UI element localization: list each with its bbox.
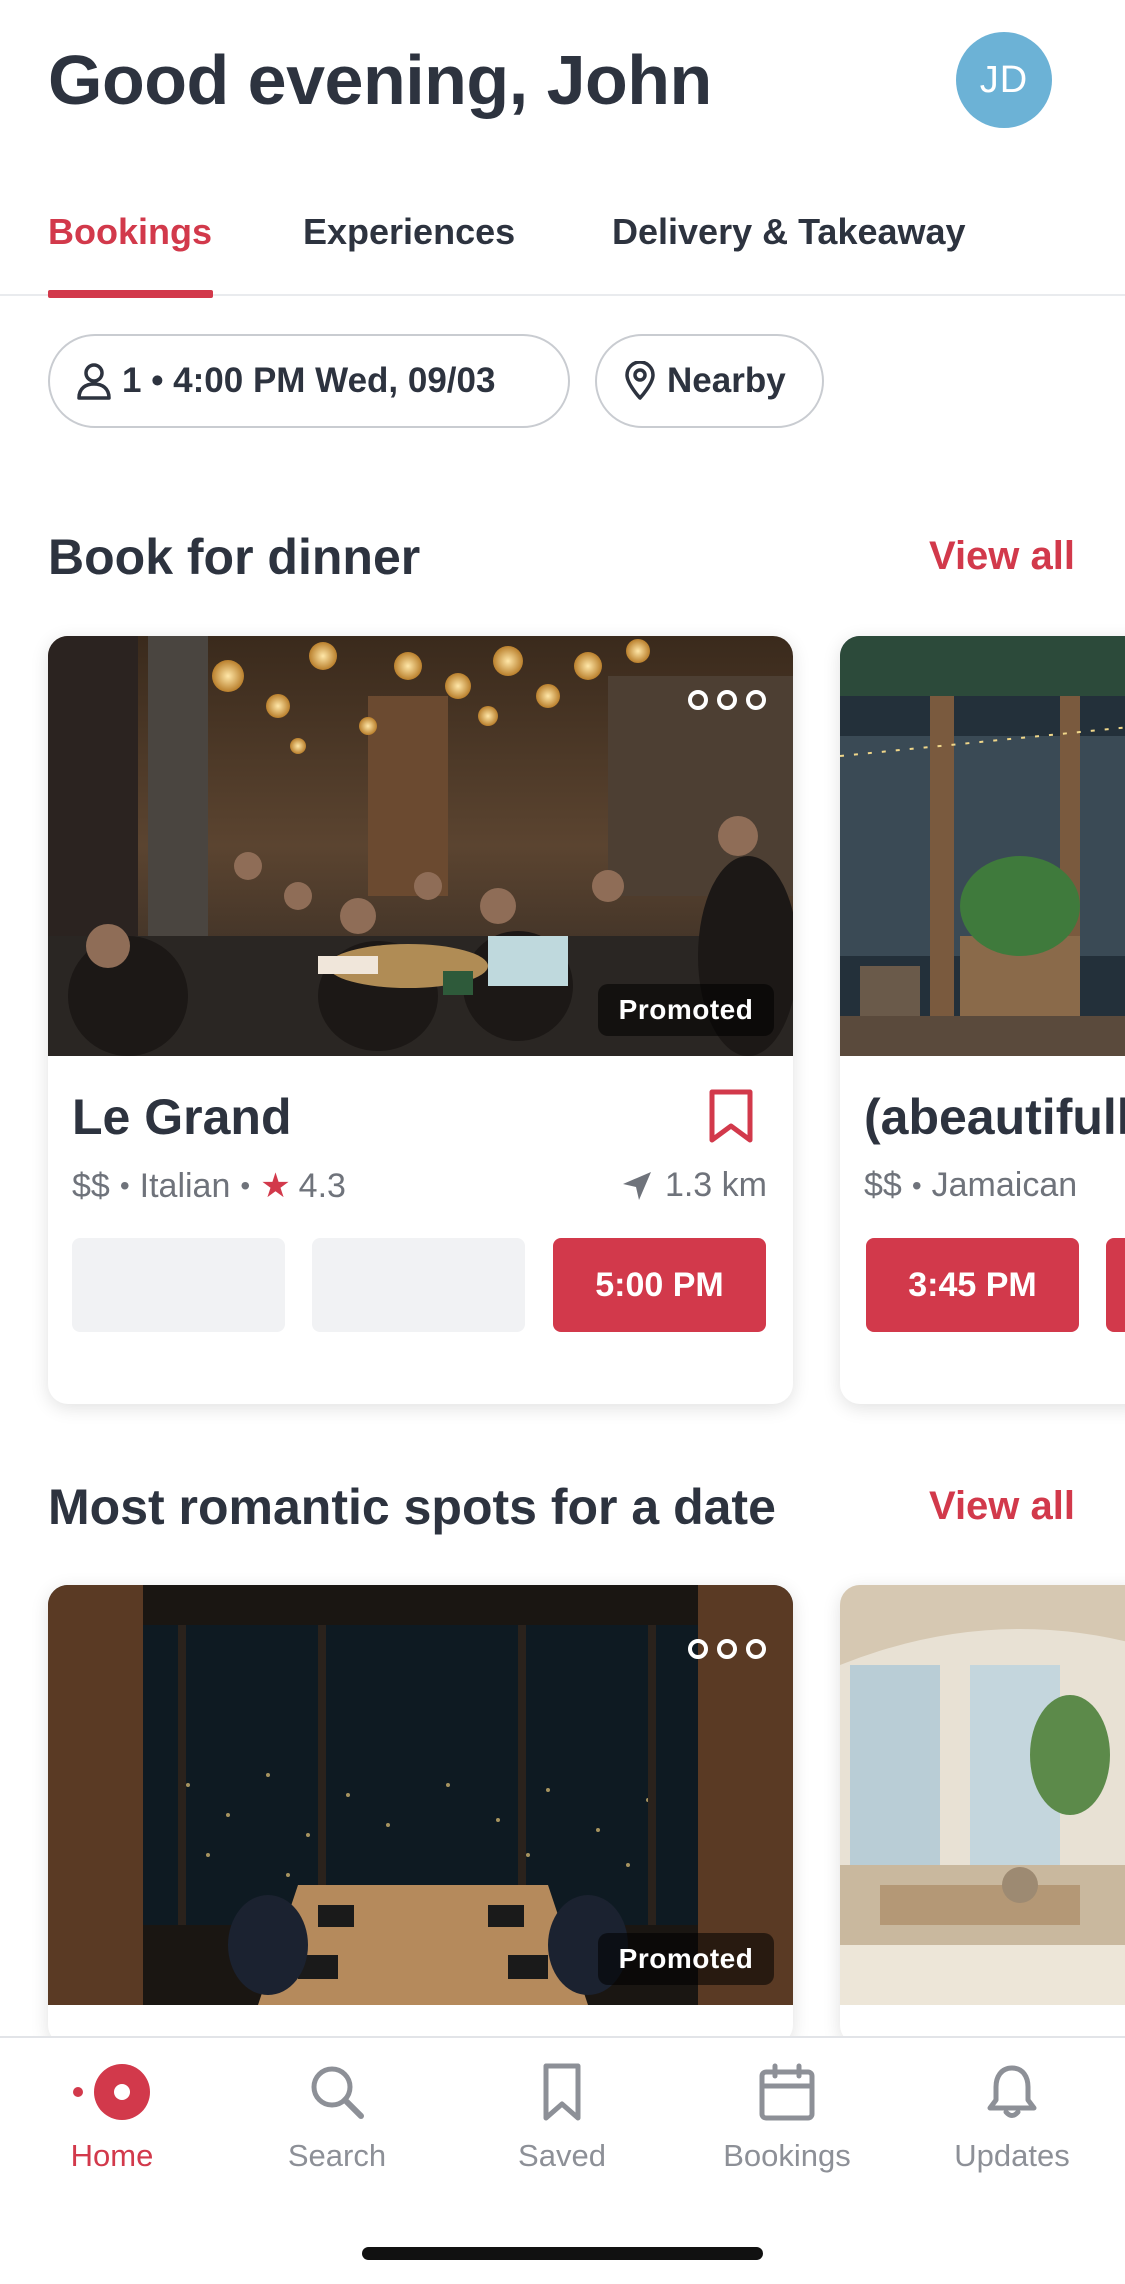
navigation-arrow-icon <box>622 1171 651 1200</box>
promoted-badge: Promoted <box>598 1933 774 1985</box>
home-indicator[interactable] <box>362 2247 763 2260</box>
meta-separator: • <box>911 1169 922 1201</box>
party-datetime-filter[interactable]: 1 • 4:00 PM Wed, 09/03 <box>48 334 570 428</box>
meta-separator: • <box>240 1170 251 1201</box>
price-level: $$ <box>864 1166 902 1204</box>
restaurant-meta: $$ • Jamaican <box>864 1166 1077 1205</box>
restaurant-card[interactable]: Promoted <box>48 1585 793 2045</box>
top-tabs: Bookings Experiences Delivery & Takeaway <box>0 196 1125 298</box>
user-avatar[interactable]: JD <box>956 32 1052 128</box>
time-slot-button[interactable]: 5:00 PM <box>553 1238 766 1332</box>
nav-bookings[interactable]: Bookings <box>697 2062 877 2174</box>
cuisine: Italian <box>139 1166 231 1205</box>
rating: 4.3 <box>298 1166 346 1205</box>
meta-separator: • <box>119 1170 130 1201</box>
star-icon: ★ <box>260 1167 291 1205</box>
bookmark-icon[interactable] <box>708 1088 754 1149</box>
restaurant-photo <box>840 636 1125 1056</box>
calendar-icon <box>759 2063 815 2121</box>
nav-label: Updates <box>954 2138 1070 2173</box>
distance: 1.3 km <box>621 1166 767 1205</box>
time-slot-button[interactable] <box>1106 1238 1125 1332</box>
party-datetime-label: 1 • 4:00 PM Wed, 09/03 <box>122 361 496 400</box>
nav-saved[interactable]: Saved <box>472 2062 652 2174</box>
bell-icon <box>987 2065 1037 2118</box>
location-filter[interactable]: Nearby <box>595 334 824 428</box>
restaurant-card[interactable]: (abeautifull $$ • Jamaican 3:45 PM <box>840 636 1125 1404</box>
view-all-romantic-link[interactable]: View all <box>929 1484 1075 1529</box>
home-icon <box>73 2064 150 2120</box>
nav-label: Home <box>70 2138 154 2173</box>
time-slot-button[interactable]: 3:45 PM <box>866 1238 1079 1332</box>
section-title-dinner: Book for dinner <box>48 529 421 585</box>
price-level: $$ <box>72 1166 110 1205</box>
distance-value: 1.3 km <box>664 1166 767 1204</box>
promoted-badge: Promoted <box>598 984 774 1036</box>
time-slot-unavailable <box>72 1238 285 1332</box>
section-title-romantic: Most romantic spots for a date <box>48 1479 776 1535</box>
tab-delivery-takeaway[interactable]: Delivery & Takeaway <box>612 196 966 296</box>
restaurant-photo <box>840 1585 1125 2005</box>
nav-label: Saved <box>518 2138 606 2173</box>
nav-updates[interactable]: Updates <box>922 2062 1102 2174</box>
nav-label: Search <box>287 2138 387 2173</box>
time-slot-unavailable <box>312 1238 525 1332</box>
tab-experiences[interactable]: Experiences <box>303 196 515 296</box>
restaurant-card[interactable]: Promoted Le Grand $$ • Italian • ★ 4.3 1… <box>48 636 793 1404</box>
more-options-icon[interactable] <box>688 1639 766 1659</box>
restaurant-card[interactable] <box>840 1585 1125 2045</box>
more-options-icon[interactable] <box>688 690 766 710</box>
restaurant-name: Le Grand <box>72 1089 292 1145</box>
nav-home[interactable]: Home <box>22 2062 202 2174</box>
nav-search[interactable]: Search <box>247 2062 427 2174</box>
bookmark-icon <box>543 2063 581 2121</box>
restaurant-meta: $$ • Italian • ★ 4.3 <box>72 1166 346 1206</box>
location-label: Nearby <box>667 361 786 400</box>
search-icon <box>311 2066 364 2119</box>
cuisine: Jamaican <box>931 1166 1078 1204</box>
view-all-dinner-link[interactable]: View all <box>929 534 1075 579</box>
tab-bookings[interactable]: Bookings <box>48 196 213 298</box>
greeting-title: Good evening, John <box>48 41 712 119</box>
person-icon <box>77 363 111 400</box>
nav-label: Bookings <box>723 2138 851 2173</box>
location-pin-icon <box>625 361 655 400</box>
restaurant-name: (abeautifull <box>864 1089 1125 1145</box>
